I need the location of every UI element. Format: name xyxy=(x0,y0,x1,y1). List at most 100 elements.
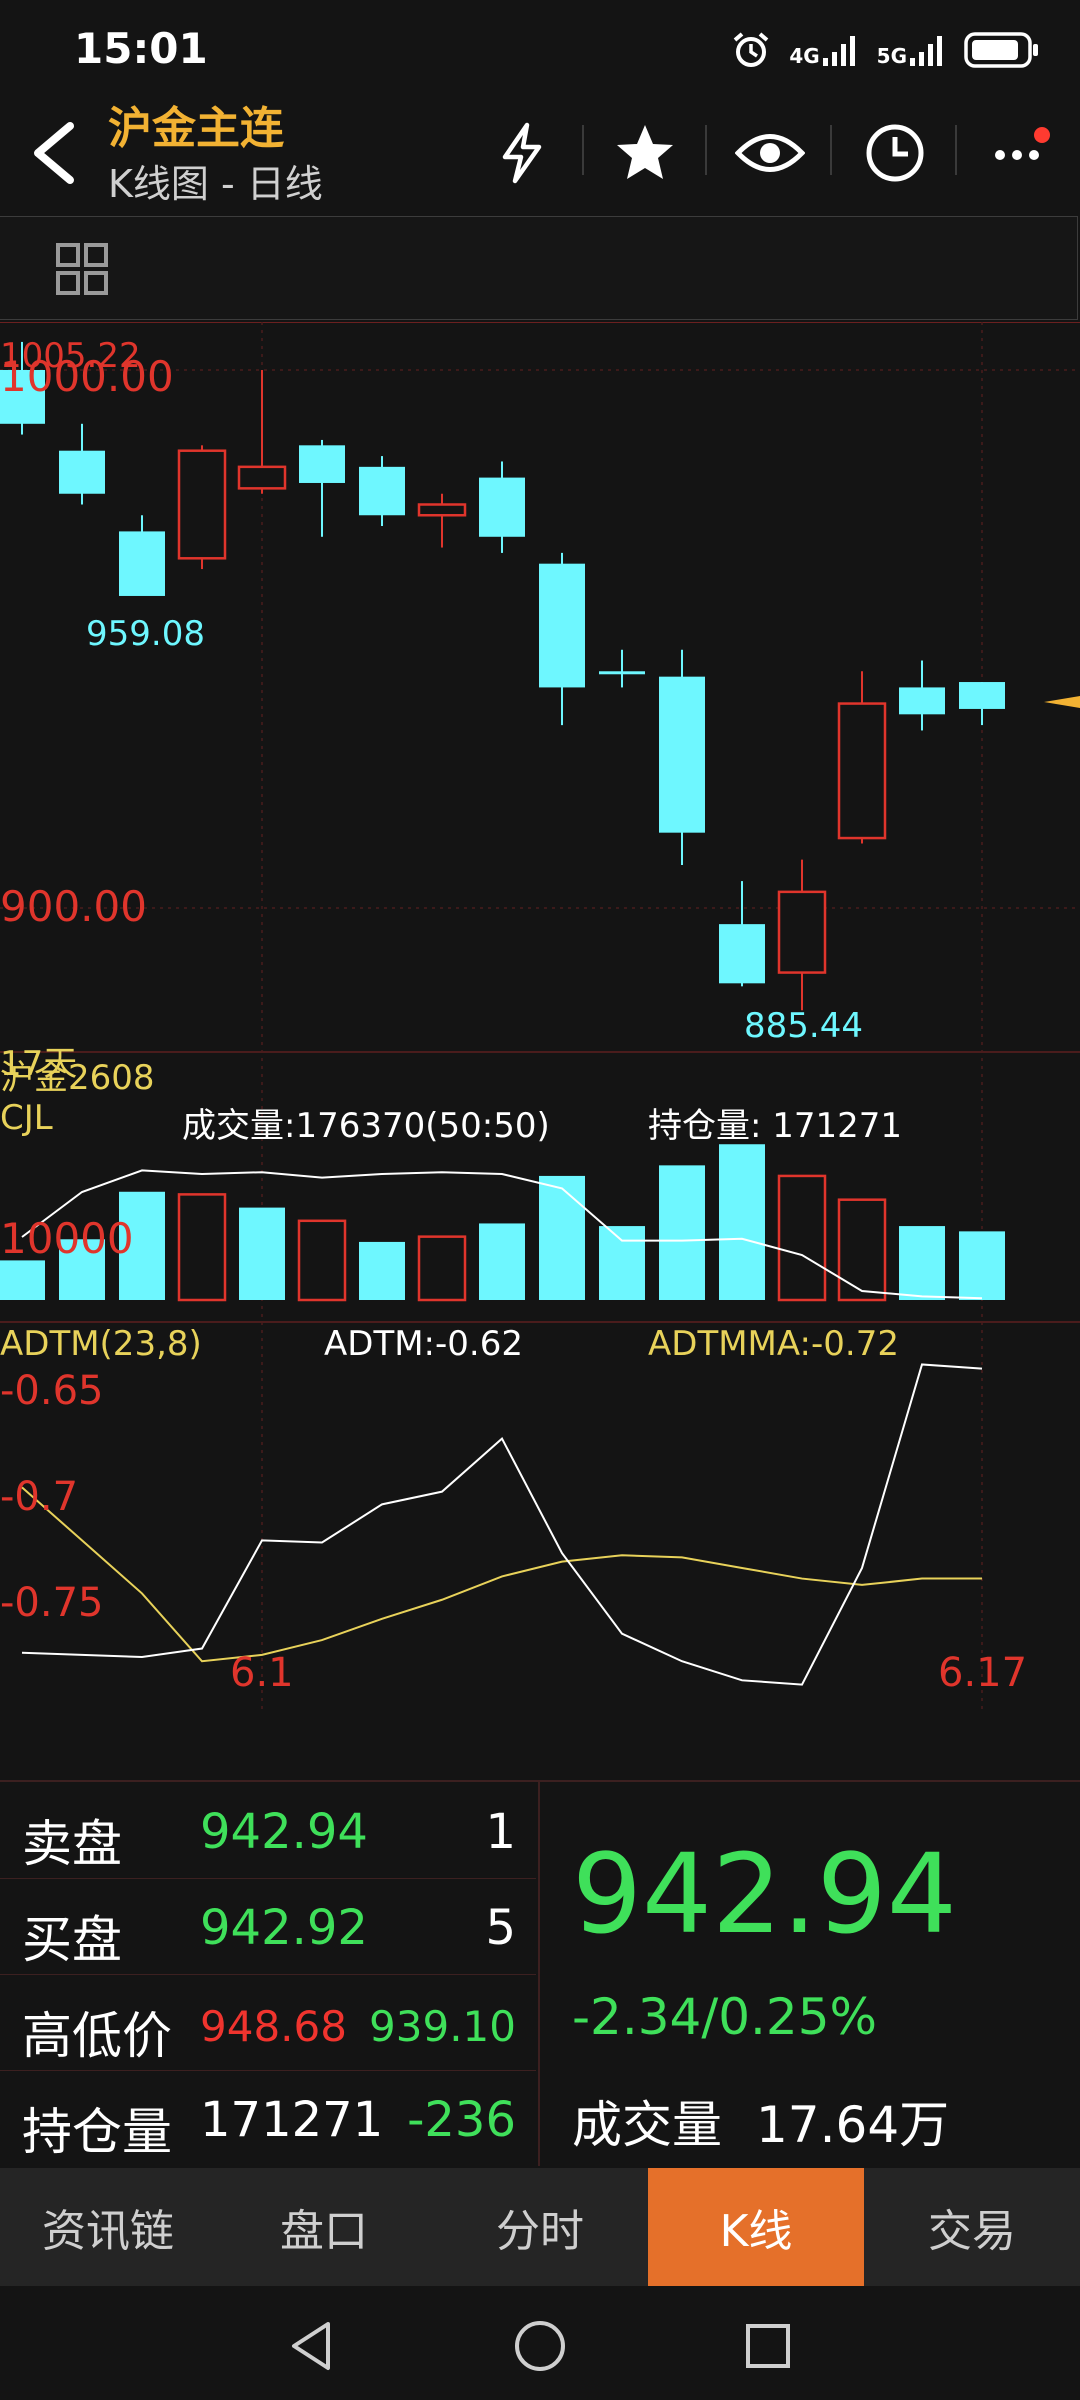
candle-body xyxy=(359,466,405,516)
volume-bar xyxy=(777,1174,827,1302)
candle-body xyxy=(417,503,467,517)
more-icon xyxy=(995,127,1050,160)
candle-body xyxy=(777,890,827,974)
tab-trade[interactable]: 交易 xyxy=(864,2168,1080,2286)
price-label-1000: 1000.00 xyxy=(0,352,174,401)
network-4g-label: 4G xyxy=(789,44,820,68)
candle-body xyxy=(719,924,765,984)
grid-icon xyxy=(56,243,108,295)
status-bar: 15:01 4G 5G xyxy=(0,0,1080,100)
candle-body xyxy=(479,477,525,537)
volume-bar xyxy=(719,1144,765,1300)
lightning-icon xyxy=(502,122,542,184)
current-price-marker-icon xyxy=(1044,696,1080,708)
open-interest-change: -236 xyxy=(407,2092,516,2148)
nav-recents-button[interactable] xyxy=(738,2316,798,2376)
date-label: 6.17 xyxy=(938,1650,1028,1696)
candle-body xyxy=(177,449,227,560)
adtm-y-label: -0.65 xyxy=(0,1368,104,1414)
watch-button[interactable] xyxy=(735,118,805,188)
volume-bar xyxy=(417,1235,467,1302)
volume-scale-label: 10000 xyxy=(0,1214,134,1263)
sell-price: 942.94 xyxy=(200,1804,368,1860)
low-price: 939.10 xyxy=(369,2002,516,2051)
tab-news-chain[interactable]: 资讯链 xyxy=(0,2168,216,2286)
more-button[interactable] xyxy=(986,118,1056,188)
contract-label: 沪金2608 xyxy=(0,1058,155,1098)
candle-body xyxy=(59,450,105,494)
status-time: 15:01 xyxy=(74,24,208,73)
nav-back-button[interactable] xyxy=(282,2316,342,2376)
volume-bar xyxy=(899,1226,945,1300)
adtm-value-label: ADTM:-0.62 xyxy=(324,1324,523,1364)
adtm-y-label: -0.7 xyxy=(0,1474,79,1520)
buy-price: 942.92 xyxy=(200,1900,368,1956)
chevron-left-icon xyxy=(34,122,74,184)
date-label: 6.1 xyxy=(230,1650,294,1696)
bottom-tab-bar: 资讯链 盘口 分时 K线 交易 xyxy=(0,2168,1080,2286)
nav-home-button[interactable] xyxy=(510,2316,570,2376)
adtmma-line xyxy=(21,1486,982,1663)
high-low-row: 高低价 948.68 939.10 xyxy=(0,1974,536,2071)
lightning-button[interactable] xyxy=(487,118,557,188)
sell-label: 卖盘 xyxy=(22,1815,122,1873)
header-separator xyxy=(705,125,707,175)
chart-subtitle: K线图 - 日线 xyxy=(108,162,323,206)
candle-body xyxy=(959,682,1005,709)
volume-bar xyxy=(239,1207,285,1300)
volume-total-label: 成交量:176370(50:50) xyxy=(182,1106,550,1146)
notification-dot xyxy=(1034,127,1050,143)
volume-bar xyxy=(177,1193,227,1302)
chart-toolbar xyxy=(0,216,1078,320)
volume-bar xyxy=(659,1165,705,1300)
quote-divider xyxy=(538,1780,540,2166)
favorite-button[interactable] xyxy=(610,118,680,188)
history-button[interactable] xyxy=(860,118,930,188)
open-interest-value: 171271 xyxy=(200,2092,384,2148)
candle-body xyxy=(899,687,945,715)
price-label-900: 900.00 xyxy=(0,882,147,931)
candle-body xyxy=(837,702,887,840)
volume-bar xyxy=(599,1226,645,1300)
battery-icon xyxy=(964,32,1038,68)
volume-indicator-name: CJL xyxy=(0,1098,53,1138)
price-change: -2.34/0.25% xyxy=(572,1988,878,2046)
open-interest-key: 持仓量 xyxy=(22,2103,172,2161)
volume-label: 成交量 xyxy=(572,2096,722,2154)
last-price: 942.94 xyxy=(572,1830,957,1958)
clock-icon xyxy=(866,124,924,182)
low-marker-label: 885.44 xyxy=(744,1006,863,1046)
system-nav-bar xyxy=(0,2286,1080,2400)
home-circle-icon xyxy=(515,2321,565,2371)
chart-canvas xyxy=(0,321,1080,1717)
candle-body xyxy=(299,445,345,483)
header-separator xyxy=(582,125,584,175)
tab-order-book[interactable]: 盘口 xyxy=(216,2168,432,2286)
back-triangle-icon xyxy=(292,2322,330,2370)
candle-body xyxy=(119,531,165,596)
candle-body xyxy=(237,465,287,490)
header-separator xyxy=(830,125,832,175)
adtm-y-label: -0.75 xyxy=(0,1580,104,1626)
network-5g-label: 5G xyxy=(876,44,907,68)
candle-body xyxy=(599,671,645,675)
kline-chart[interactable]: 1005.22 1000.00 900.00 959.08 885.44 17天… xyxy=(0,321,1080,1717)
tab-kline[interactable]: K线 xyxy=(648,2168,864,2286)
star-icon xyxy=(617,125,673,179)
buy-row: 买盘 942.92 5 xyxy=(0,1878,536,1975)
volume-bar xyxy=(297,1219,347,1302)
back-button[interactable] xyxy=(24,118,84,188)
volume-value: 17.64万 xyxy=(756,2096,950,2154)
alarm-icon xyxy=(734,32,769,67)
layout-button[interactable] xyxy=(52,239,112,299)
instrument-title: 沪金主连 xyxy=(108,103,284,154)
header-separator xyxy=(955,125,957,175)
open-interest-label: 持仓量: 171271 xyxy=(648,1106,903,1146)
buy-qty: 5 xyxy=(485,1900,516,1956)
open-interest-row: 持仓量 171271 -236 xyxy=(0,2070,536,2166)
volume-bar xyxy=(959,1231,1005,1300)
high-low-label: 高低价 xyxy=(22,2007,172,2065)
candle-body xyxy=(659,676,705,833)
volume-bar xyxy=(0,1260,45,1300)
tab-intraday[interactable]: 分时 xyxy=(432,2168,648,2286)
